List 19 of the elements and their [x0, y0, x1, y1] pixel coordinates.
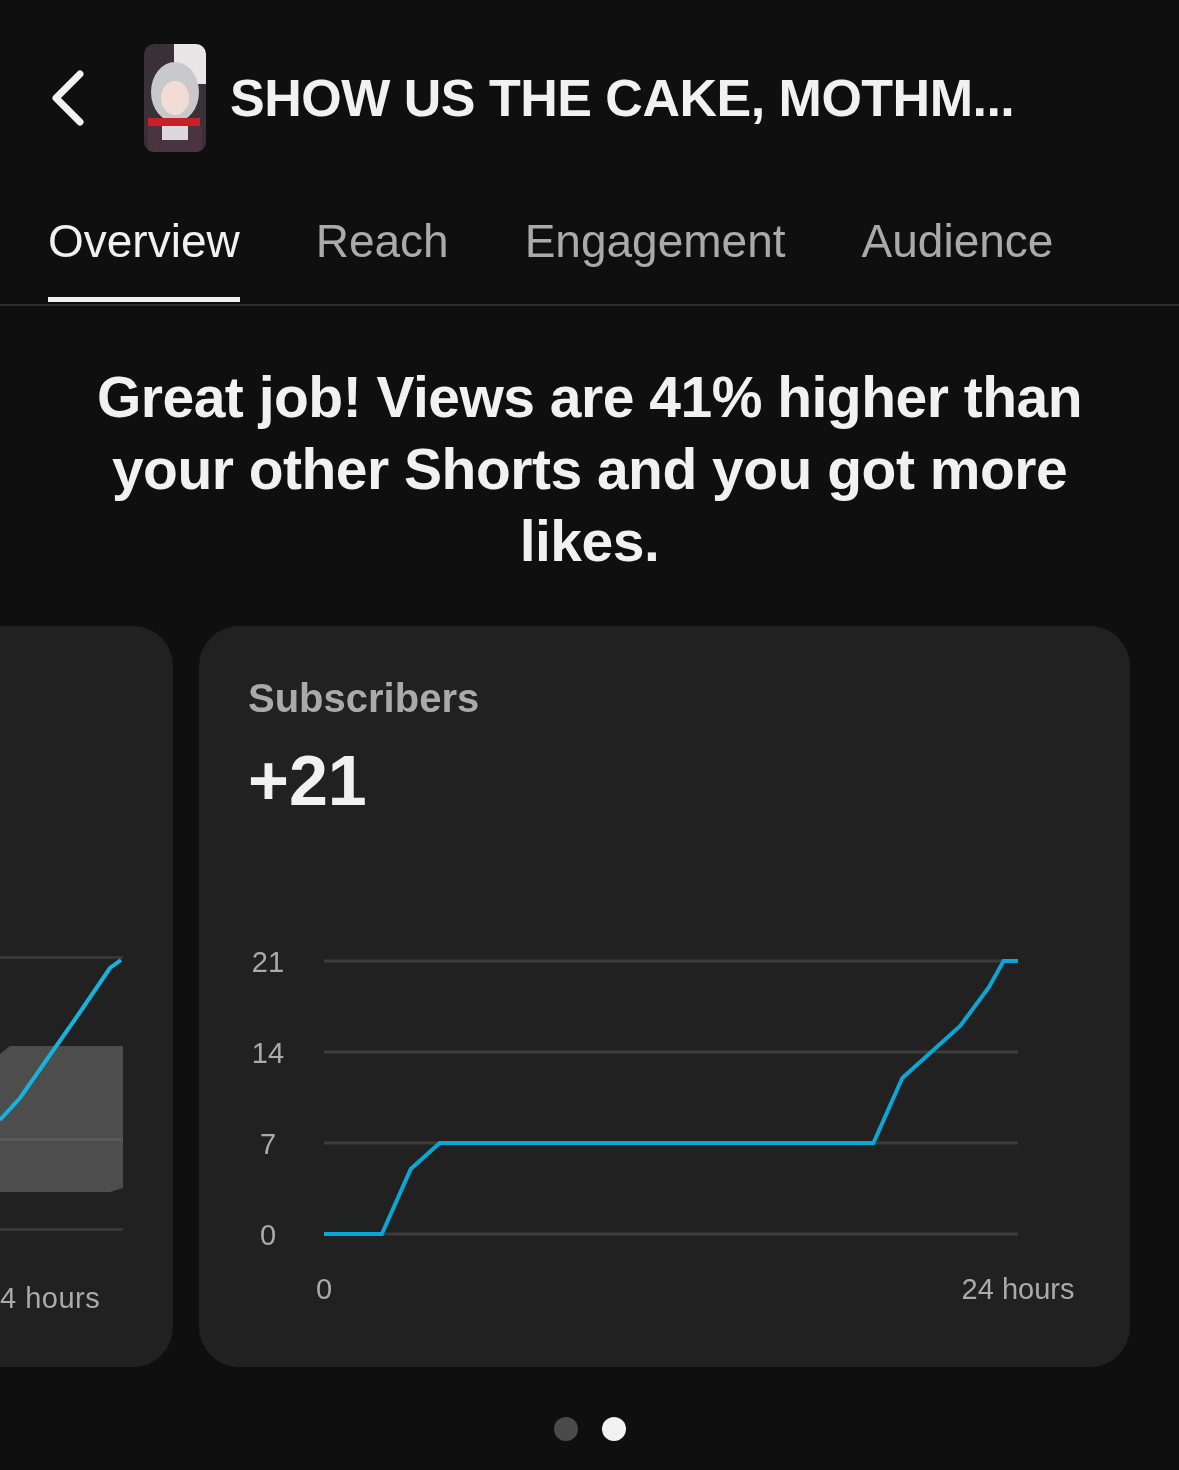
- card-title: Subscribers: [248, 676, 481, 721]
- tab[interactable]: Overview: [48, 196, 240, 302]
- video-title: SHOW US THE CAKE, MOTHM...: [230, 68, 1015, 128]
- stat-card[interactable]: Subscribers +21 0 7 14 21 0 24 hours: [199, 626, 1130, 1367]
- tab[interactable]: Reach: [315, 196, 449, 302]
- axis-label: 24 hours: [961, 1273, 1075, 1305]
- axis-label: 0: [315, 1273, 333, 1305]
- headline: Great job! Views are 41% higher than your other Shorts and you got more likes.: [95, 364, 1084, 575]
- axis-label: 21: [251, 946, 285, 978]
- stat-card[interactable]: 4 hours: [0, 626, 173, 1367]
- page-dot[interactable]: [553, 1417, 578, 1441]
- stat-value: +21: [248, 741, 368, 821]
- page-dot[interactable]: [601, 1417, 626, 1441]
- axis-label: 4 hours: [0, 1282, 102, 1315]
- tab[interactable]: Engagement: [524, 196, 786, 302]
- axis-label: 0: [259, 1219, 277, 1251]
- tab[interactable]: Audience: [861, 196, 1054, 302]
- axis-label: 14: [251, 1037, 285, 1069]
- axis-label: 7: [259, 1128, 277, 1160]
